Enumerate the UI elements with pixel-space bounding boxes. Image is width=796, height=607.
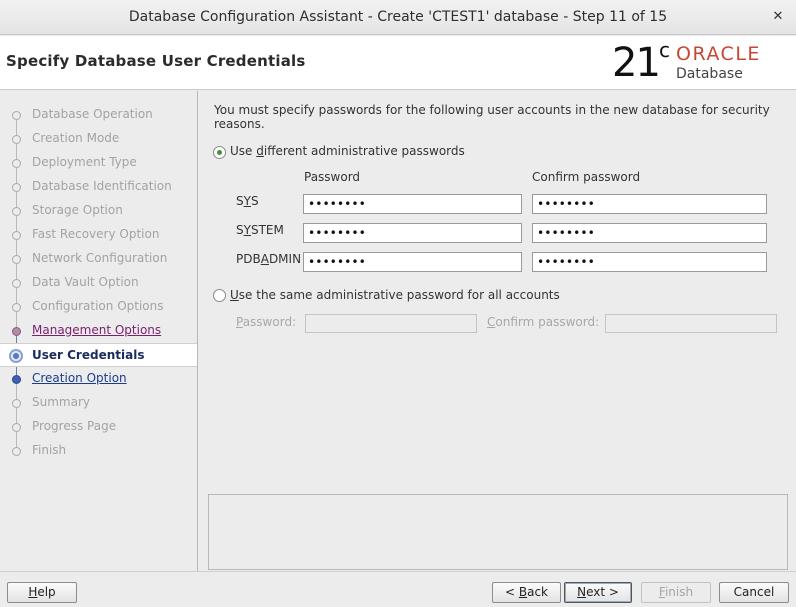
step-label: Deployment Type (32, 155, 137, 169)
window-titlebar: Database Configuration Assistant - Creat… (0, 0, 796, 35)
page-header: Specify Database User Credentials 21 c O… (0, 36, 796, 90)
step-marker-icon (12, 279, 21, 288)
step-data-vault-option: Data Vault Option (0, 271, 197, 295)
step-label: Progress Page (32, 419, 117, 433)
message-panel (208, 494, 788, 570)
different-passwords-label[interactable]: Use different administrative passwords (230, 144, 465, 158)
step-database-operation: Database Operation (0, 103, 197, 127)
same-password-field[interactable] (305, 314, 477, 333)
step-progress-page: Progress Page (0, 415, 197, 439)
same-password-label[interactable]: Use the same administrative password for… (230, 288, 560, 302)
step-marker-icon (12, 183, 21, 192)
step-storage-option: Storage Option (0, 199, 197, 223)
main-content: You must specify passwords for the follo… (199, 91, 796, 571)
back-button[interactable]: < Back (492, 582, 561, 603)
pdbadmin-password-field[interactable]: •••••••• (303, 252, 522, 272)
step-configuration-options: Configuration Options (0, 295, 197, 319)
step-creation-option[interactable]: Creation Option (0, 367, 197, 391)
step-marker-icon (12, 375, 21, 384)
step-label: Network Configuration (32, 251, 168, 265)
step-marker-icon (12, 303, 21, 312)
cancel-button[interactable]: Cancel (719, 582, 789, 603)
step-label: Finish (32, 443, 67, 457)
system-label: SYSTEM (236, 223, 284, 237)
step-fast-recovery-option: Fast Recovery Option (0, 223, 197, 247)
different-passwords-radio[interactable] (213, 146, 226, 159)
sys-password-field[interactable]: •••••••• (303, 194, 522, 214)
finish-button[interactable]: Finish (641, 582, 711, 603)
step-label: Database Identification (32, 179, 172, 193)
step-label: Creation Mode (32, 131, 120, 145)
logo-brand: ORACLE (676, 43, 761, 65)
step-marker-icon (9, 349, 23, 363)
step-network-configuration: Network Configuration (0, 247, 197, 271)
step-management-options[interactable]: Management Options (0, 319, 197, 343)
step-label: Storage Option (32, 203, 123, 217)
password-column-header: Password (304, 170, 361, 184)
step-summary: Summary (0, 391, 197, 415)
step-marker-icon (12, 135, 21, 144)
step-label: Summary (32, 395, 90, 409)
step-database-identification: Database Identification (0, 175, 197, 199)
sys-label: SYS (236, 194, 259, 208)
logo-version-suffix: c (659, 38, 670, 62)
step-marker-icon (12, 423, 21, 432)
sys-confirm-field[interactable]: •••••••• (532, 194, 767, 214)
step-marker-icon (12, 327, 21, 336)
step-label: Creation Option (32, 371, 127, 385)
same-confirm-field-label: Confirm password: (487, 315, 600, 329)
page-title: Specify Database User Credentials (6, 52, 306, 70)
step-marker-icon (12, 255, 21, 264)
step-marker-icon (12, 399, 21, 408)
step-navigation: Database Operation Creation Mode Deploymen… (0, 91, 198, 571)
system-confirm-field[interactable]: •••••••• (532, 223, 767, 243)
step-label: User Credentials (32, 348, 145, 362)
step-finish: Finish (0, 439, 197, 463)
step-marker-icon (12, 159, 21, 168)
close-icon[interactable]: ✕ (768, 7, 788, 27)
step-marker-icon (12, 231, 21, 240)
same-confirm-field[interactable] (605, 314, 777, 333)
step-label: Configuration Options (32, 299, 164, 313)
intro-text: You must specify passwords for the follo… (214, 103, 770, 131)
same-password-radio[interactable] (213, 289, 226, 302)
step-marker-icon (12, 447, 21, 456)
same-password-field-label: Password: (236, 315, 297, 329)
step-marker-icon (12, 207, 21, 216)
help-button[interactable]: Help (7, 582, 77, 603)
button-bar: Help < Back Next > Finish Cancel (0, 571, 796, 607)
next-button[interactable]: Next > (564, 582, 632, 603)
logo-version: 21 (612, 40, 661, 86)
pdbadmin-confirm-field[interactable]: •••••••• (532, 252, 767, 272)
logo-product: Database (676, 66, 743, 82)
step-creation-mode: Creation Mode (0, 127, 197, 151)
confirm-column-header: Confirm password (532, 170, 641, 184)
system-password-field[interactable]: •••••••• (303, 223, 522, 243)
step-label: Database Operation (32, 107, 153, 121)
step-label: Management Options (32, 323, 162, 337)
step-marker-icon (12, 111, 21, 120)
step-user-credentials: User Credentials (0, 343, 197, 367)
oracle-logo: 21 c ORACLE Database (612, 40, 792, 86)
window-title: Database Configuration Assistant - Creat… (128, 9, 668, 25)
pdbadmin-label: PDBADMIN (236, 252, 302, 266)
step-label: Data Vault Option (32, 275, 139, 289)
step-deployment-type: Deployment Type (0, 151, 197, 175)
step-label: Fast Recovery Option (32, 227, 160, 241)
